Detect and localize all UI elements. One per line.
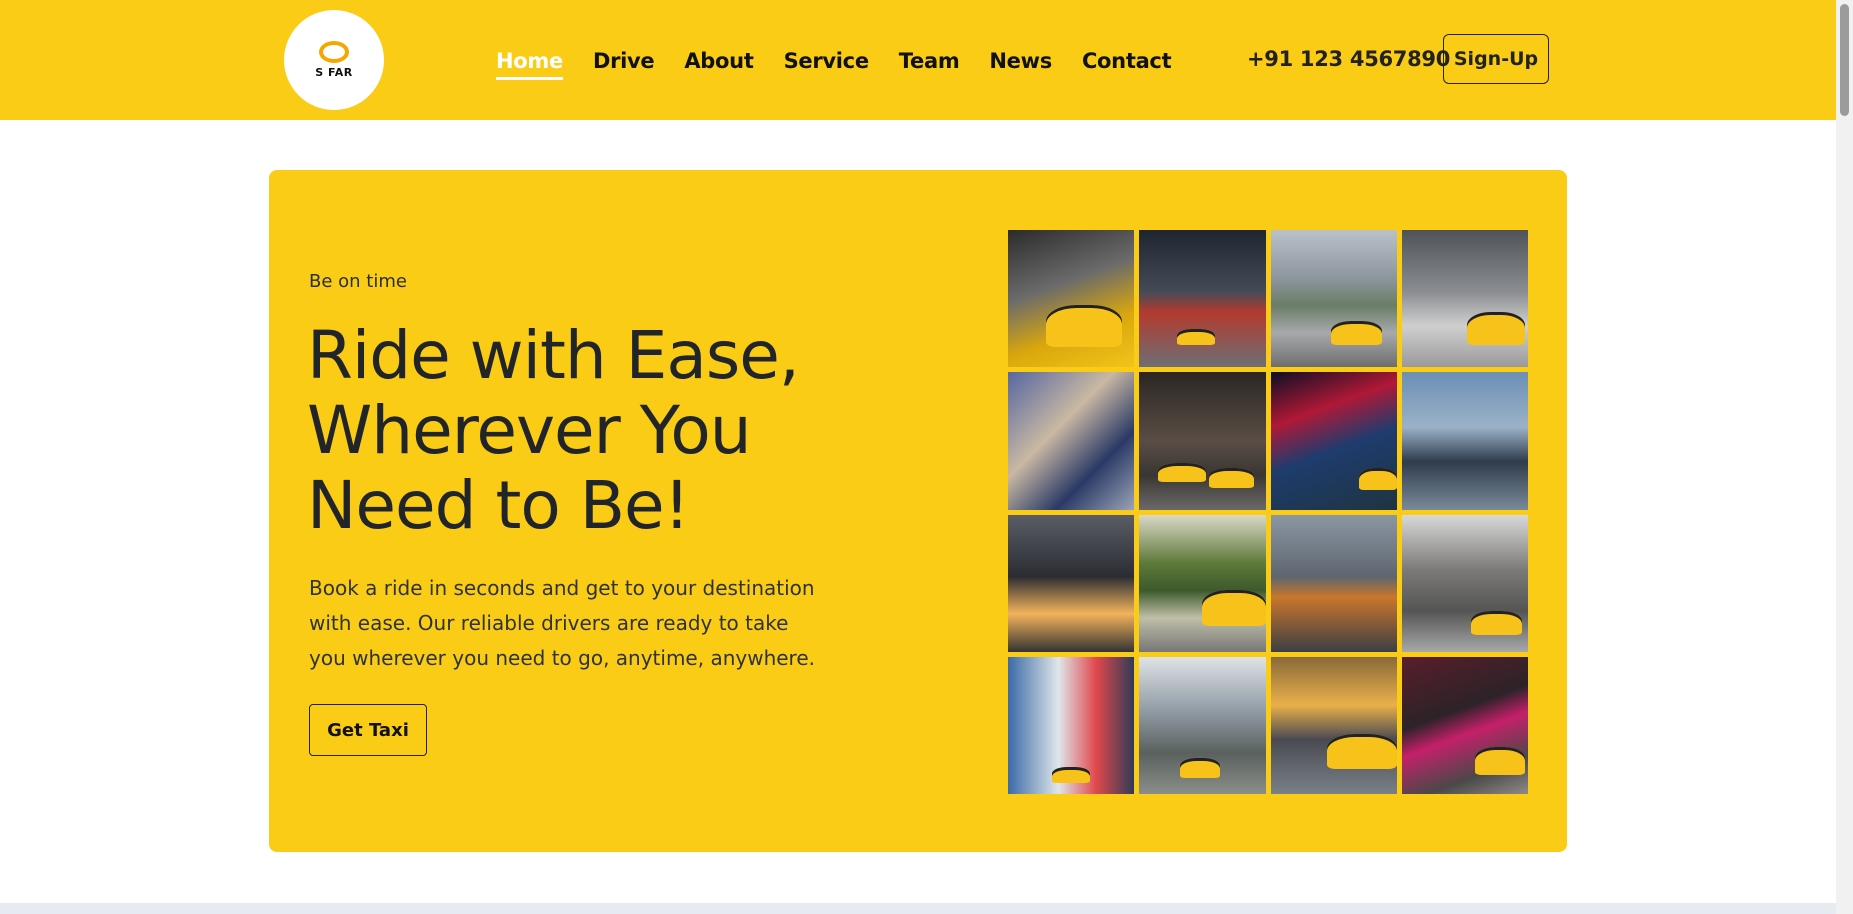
nav-team[interactable]: Team	[899, 46, 960, 76]
nav-drive[interactable]: Drive	[593, 46, 655, 76]
logo-text: S FAR	[315, 66, 353, 79]
gallery-image	[1008, 372, 1135, 510]
logo-ring-icon	[319, 41, 349, 63]
scrollbar-thumb[interactable]	[1840, 4, 1849, 116]
page-scrollbar[interactable]	[1836, 0, 1853, 914]
gallery-image	[1139, 230, 1266, 368]
nav-about[interactable]: About	[684, 46, 754, 76]
gallery-image	[1401, 514, 1528, 652]
nav-contact[interactable]: Contact	[1082, 46, 1172, 76]
gallery-image	[1270, 656, 1397, 794]
signup-button[interactable]: Sign-Up	[1443, 34, 1549, 84]
hero-section: Be on time Ride with Ease, Wherever You …	[269, 170, 1567, 852]
gallery-image	[1401, 230, 1528, 368]
next-section-edge	[0, 903, 1836, 914]
gallery-image	[1139, 656, 1266, 794]
gallery-image	[1270, 372, 1397, 510]
gallery-image	[1008, 514, 1135, 652]
main-nav: Home Drive About Service Team News Conta…	[496, 46, 1201, 80]
brand-logo[interactable]: S FAR	[284, 10, 384, 110]
nav-service[interactable]: Service	[784, 46, 870, 76]
nav-news[interactable]: News	[989, 46, 1052, 76]
hero-headline: Ride with Ease, Wherever You Need to Be!	[307, 317, 800, 544]
hero-eyebrow: Be on time	[309, 271, 407, 292]
site-header: S FAR Home Drive About Service Team News…	[0, 0, 1836, 120]
gallery-image	[1270, 230, 1397, 368]
nav-home[interactable]: Home	[496, 46, 563, 80]
gallery-image	[1401, 372, 1528, 510]
hero-description: Book a ride in seconds and get to your d…	[309, 576, 815, 670]
get-taxi-button[interactable]: Get Taxi	[309, 704, 427, 756]
gallery-image	[1139, 372, 1266, 510]
phone-number[interactable]: +91 123 4567890	[1247, 47, 1450, 71]
gallery-image	[1008, 230, 1135, 368]
gallery-image	[1270, 514, 1397, 652]
gallery-image	[1401, 656, 1528, 794]
taxi-photo-grid	[1008, 230, 1528, 794]
gallery-image	[1008, 656, 1135, 794]
gallery-image	[1139, 514, 1266, 652]
